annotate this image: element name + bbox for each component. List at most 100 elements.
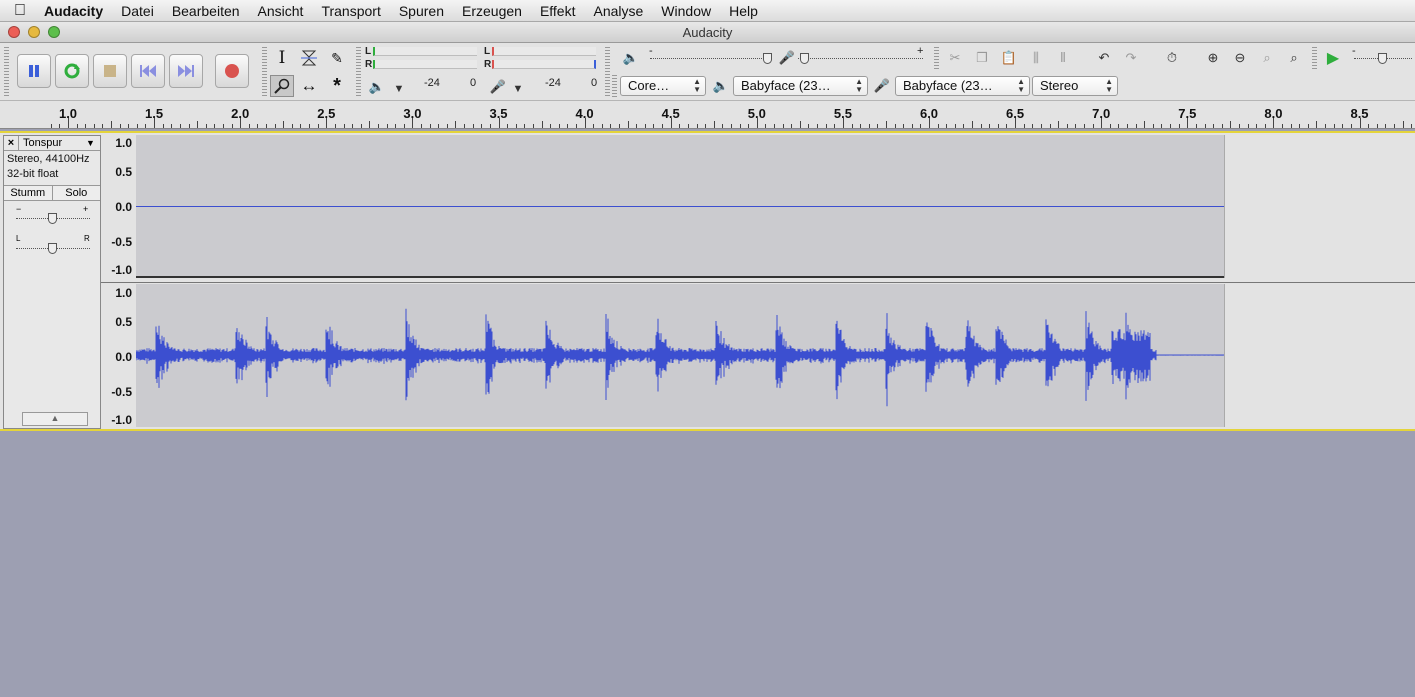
apple-icon[interactable]:  xyxy=(0,2,40,20)
record-button[interactable] xyxy=(215,54,249,88)
output-volume-track[interactable] xyxy=(650,58,770,59)
input-volume-track[interactable] xyxy=(798,58,923,59)
multi-tool[interactable]: * xyxy=(325,75,349,97)
track-control-panel: × Tonspur ▼ Stereo, 44100Hz 32-bit float… xyxy=(3,135,101,429)
time-shift-tool[interactable]: ↔ xyxy=(297,75,321,97)
skip-to-end-button[interactable] xyxy=(169,54,203,88)
timeline-ruler[interactable]: 1.0 1.5 2.0 2.5 3.0 3.5 4.0 4.5 5.0 5.5 6.0 6.5 7.0 7… xyxy=(0,101,1415,129)
channel-right-waveform[interactable] xyxy=(136,284,1224,427)
updown-arrow-icon: ▲ ▼ xyxy=(693,77,701,94)
channel-right-scale: 1.0 0.5 0.0 -0.5 -1.0 xyxy=(101,284,136,427)
menu-help[interactable]: Help xyxy=(720,3,767,19)
record-meter-bar-r[interactable] xyxy=(492,60,596,69)
loop-play-button[interactable] xyxy=(55,54,89,88)
channel-left-waveform[interactable] xyxy=(136,135,1224,278)
sync-lock-icon[interactable]: ⏱ xyxy=(1161,47,1183,69)
selection-tool[interactable]: I xyxy=(270,47,294,69)
record-meter-menu[interactable]: ▼ xyxy=(507,78,529,100)
cut-icon[interactable]: ✂ xyxy=(944,47,966,69)
ruler-tick xyxy=(248,124,250,128)
collapse-track-button[interactable]: ▲ xyxy=(22,412,88,426)
ruler-tick xyxy=(515,124,517,128)
ruler-tick xyxy=(1075,124,1077,128)
undo-icon[interactable]: ↶ xyxy=(1093,47,1115,69)
gain-minus-label: − xyxy=(16,204,22,214)
ruler-tick xyxy=(93,124,95,128)
menu-spuren[interactable]: Spuren xyxy=(390,3,453,19)
ruler-tick xyxy=(464,124,466,128)
silence-icon[interactable]: ⫴ xyxy=(1052,47,1074,69)
toolbar-grip[interactable] xyxy=(1312,47,1317,71)
menu-audacity[interactable]: Audacity xyxy=(40,3,112,19)
updown-arrow-icon: ▲ ▼ xyxy=(1017,77,1025,94)
ruler-tick xyxy=(541,121,543,128)
trim-icon[interactable]: ⫼ xyxy=(1025,47,1047,69)
ruler-tick xyxy=(472,124,474,128)
ruler-tick xyxy=(489,124,491,128)
zoom-tool[interactable] xyxy=(270,75,294,97)
playback-device-value: Babyface (23… xyxy=(741,78,831,93)
recording-device-select[interactable]: Babyface (23… ▲ ▼ xyxy=(895,76,1030,96)
ruler-tick xyxy=(1135,124,1137,128)
toolbar-grip[interactable] xyxy=(605,47,610,97)
close-track-button[interactable]: × xyxy=(4,136,19,150)
input-volume-thumb[interactable] xyxy=(800,53,809,64)
record-meter-bar-l[interactable] xyxy=(492,47,596,56)
ruler-tick xyxy=(438,124,440,128)
fit-project-icon[interactable]: ⌕ xyxy=(1283,47,1305,69)
toolbar-grip[interactable] xyxy=(356,47,361,97)
channel-separator xyxy=(101,278,1415,283)
toolbar-grip[interactable] xyxy=(262,47,267,97)
ruler-tick xyxy=(154,118,156,128)
redo-icon[interactable]: ↷ xyxy=(1120,47,1142,69)
playback-meter-bar-l[interactable] xyxy=(373,47,477,56)
pause-button[interactable] xyxy=(17,54,51,88)
menu-bearbeiten[interactable]: Bearbeiten xyxy=(163,3,249,19)
ruler-tick xyxy=(584,118,586,128)
fit-selection-icon[interactable]: ⌕ xyxy=(1256,47,1278,69)
toolbar-grip[interactable] xyxy=(934,47,939,71)
menu-ansicht[interactable]: Ansicht xyxy=(249,3,313,19)
ruler-tick xyxy=(326,118,328,128)
paste-icon[interactable]: 📋 xyxy=(998,47,1020,69)
scale-label: -0.5 xyxy=(111,385,132,399)
playback-device-select[interactable]: Babyface (23… ▲ ▼ xyxy=(733,76,868,96)
menu-erzeugen[interactable]: Erzeugen xyxy=(453,3,531,19)
envelope-tool[interactable] xyxy=(297,47,321,69)
audio-host-select[interactable]: Core… ▲ ▼ xyxy=(620,76,706,96)
track-menu-dropdown-icon[interactable]: ▼ xyxy=(86,136,100,150)
play-speed-thumb[interactable] xyxy=(1378,53,1387,64)
track-name[interactable]: Tonspur xyxy=(19,136,86,150)
gain-slider-thumb[interactable] xyxy=(48,213,57,224)
zoom-out-icon[interactable]: ⊖ xyxy=(1229,47,1251,69)
draw-tool[interactable]: ✎ xyxy=(325,47,349,69)
menu-window[interactable]: Window xyxy=(652,3,720,19)
channels-select[interactable]: Stereo ▲ ▼ xyxy=(1032,76,1118,96)
ruler-tick xyxy=(136,124,138,128)
copy-icon[interactable]: ❐ xyxy=(971,47,993,69)
ruler-tick xyxy=(989,124,991,128)
zoom-in-icon[interactable]: ⊕ xyxy=(1202,47,1224,69)
toolbar-grip[interactable] xyxy=(4,47,9,97)
output-volume-thumb[interactable] xyxy=(763,53,772,64)
mute-button[interactable]: Stumm xyxy=(4,186,52,200)
solo-button[interactable]: Solo xyxy=(51,186,100,200)
menu-transport[interactable]: Transport xyxy=(312,3,389,19)
ruler-tick xyxy=(774,124,776,128)
playback-meter-bar-r[interactable] xyxy=(373,60,477,69)
menu-datei[interactable]: Datei xyxy=(112,3,163,19)
skip-to-start-button[interactable] xyxy=(131,54,165,88)
menu-analyse[interactable]: Analyse xyxy=(584,3,652,19)
ruler-tick xyxy=(644,124,646,128)
ruler-tick xyxy=(679,124,681,128)
ruler-tick xyxy=(240,118,242,128)
ruler-tick xyxy=(1359,118,1361,128)
play-at-speed-icon[interactable]: ▶ xyxy=(1322,47,1344,69)
ruler-tick xyxy=(222,124,224,128)
toolbar-grip[interactable] xyxy=(612,75,617,97)
stop-button[interactable] xyxy=(93,54,127,88)
pan-slider-thumb[interactable] xyxy=(48,243,57,254)
ruler-tick xyxy=(205,124,207,128)
menu-effekt[interactable]: Effekt xyxy=(531,3,585,19)
playback-meter-menu[interactable]: ▼ xyxy=(388,78,410,100)
